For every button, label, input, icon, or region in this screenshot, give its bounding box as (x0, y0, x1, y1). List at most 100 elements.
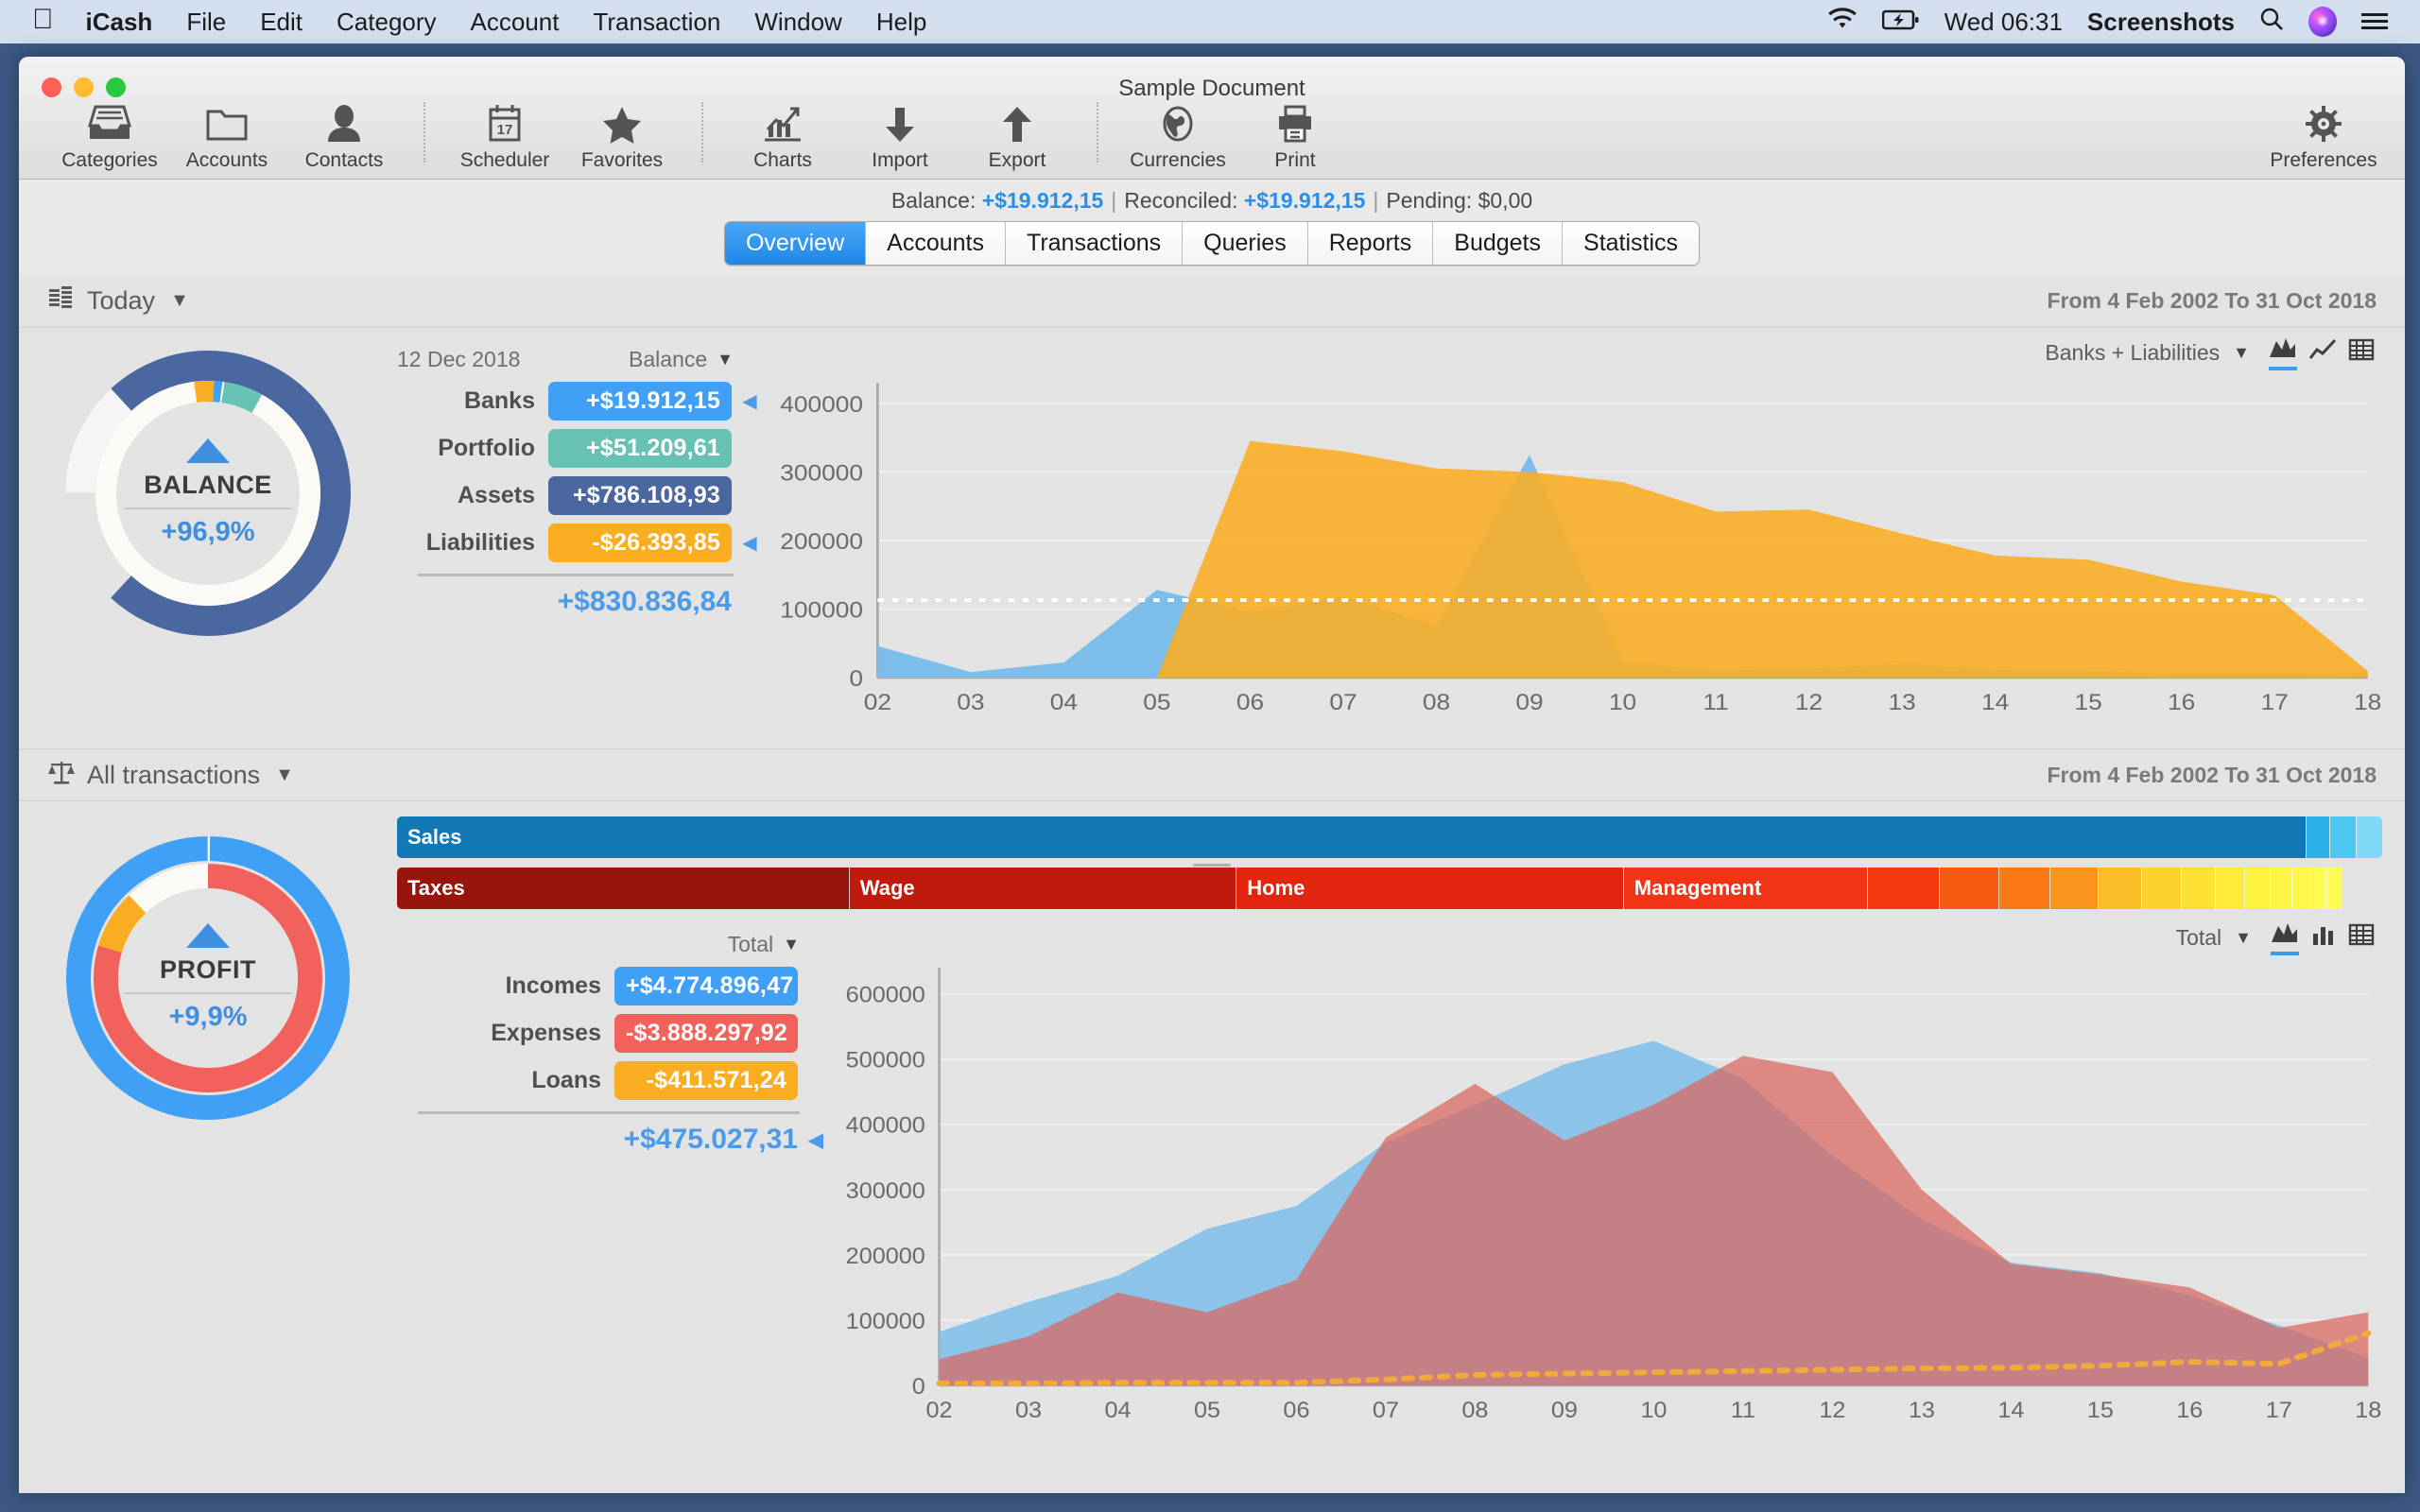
category-segment[interactable] (1868, 868, 1940, 909)
menu-item-help[interactable]: Help (876, 8, 926, 37)
category-segment[interactable] (1999, 868, 2051, 909)
search-icon[interactable] (2259, 7, 2284, 38)
bar-chart-icon[interactable] (2310, 922, 2337, 953)
tab-overview[interactable]: Overview (725, 222, 866, 265)
transactions-chevron-down-icon[interactable]: ▼ (275, 765, 294, 786)
category-segment[interactable] (2050, 868, 2098, 909)
toolbar-categories-button[interactable]: Categories (51, 98, 168, 172)
banks-liabilities-chart[interactable]: 0100000200000300000400000020304050607080… (766, 371, 2382, 721)
category-segment[interactable] (2326, 868, 2342, 909)
menu-item-edit[interactable]: Edit (260, 8, 302, 37)
menu-item-window[interactable]: Window (754, 8, 841, 37)
grand-total-row: +$475.027,31 ◀ (397, 1124, 832, 1156)
category-segment[interactable] (2310, 868, 2326, 909)
toolbar-scheduler-button[interactable]: 17 Scheduler (446, 98, 563, 172)
total-column-chevron-down-icon[interactable]: ▼ (783, 935, 800, 954)
tab-reports[interactable]: Reports (1308, 222, 1434, 265)
balance-donut-chart[interactable]: BALANCE +96,9% (61, 347, 354, 640)
apple-logo-icon[interactable]:  (32, 6, 54, 34)
row-value-expenses: -$3.888.297,92 (614, 1014, 798, 1053)
category-segment[interactable] (2099, 868, 2142, 909)
main-toolbar: Categories Accounts Contacts 17 Schedul (19, 98, 2405, 180)
table-row[interactable]: Assets +$786.108,93 ◀ (397, 476, 766, 515)
profit-donut-chart[interactable]: PROFIT +9,9% (61, 832, 354, 1125)
svg-text:300000: 300000 (846, 1178, 925, 1203)
menu-item-transaction[interactable]: Transaction (593, 8, 720, 37)
income-category-bar[interactable]: Sales (397, 816, 2382, 858)
total-selector-label[interactable]: Total (2176, 925, 2222, 951)
category-segment[interactable] (2271, 868, 2292, 909)
siri-icon[interactable] (2308, 7, 2337, 37)
table-row[interactable]: Liabilities -$26.393,85 ◀ (397, 524, 766, 562)
category-segment[interactable] (2216, 868, 2246, 909)
category-segment-home[interactable]: Home (1236, 868, 1624, 909)
total-transactions-chart[interactable]: 0100000200000300000400000500000600000020… (832, 956, 2382, 1429)
svg-text:0: 0 (849, 666, 863, 692)
svg-text:100000: 100000 (780, 597, 863, 623)
toolbar-currencies-button[interactable]: Currencies (1119, 98, 1236, 172)
category-segment-management[interactable]: Management (1624, 868, 1868, 909)
person-icon (322, 100, 366, 147)
table-view-icon[interactable] (2348, 922, 2375, 953)
tab-statistics[interactable]: Statistics (1563, 222, 1699, 265)
expense-category-bar[interactable]: TaxesWageHomeManagement (397, 868, 2382, 909)
banks-liabilities-chevron-down-icon[interactable]: ▼ (2233, 343, 2250, 363)
today-chevron-down-icon[interactable]: ▼ (170, 290, 189, 312)
category-segment[interactable] (2357, 816, 2382, 858)
battery-charging-icon[interactable] (1882, 8, 1920, 37)
grand-total-marker: ◀ (804, 1128, 828, 1152)
menu-app-name[interactable]: iCash (86, 8, 153, 37)
table-row[interactable]: Loans -$411.571,24 ◀ (397, 1061, 832, 1100)
category-segment[interactable] (2330, 816, 2356, 858)
category-segment-taxes[interactable]: Taxes (397, 868, 850, 909)
toolbar-contacts-button[interactable]: Contacts (285, 98, 403, 172)
table-row[interactable]: Banks +$19.912,15 ◀ (397, 382, 766, 421)
menu-item-account[interactable]: Account (471, 8, 560, 37)
line-chart-icon[interactable] (2308, 337, 2337, 368)
table-row[interactable]: Expenses -$3.888.297,92 ◀ (397, 1014, 832, 1053)
today-section-title-group[interactable]: Today ▼ (47, 284, 189, 318)
category-segment[interactable] (2292, 868, 2310, 909)
toolbar-export-button[interactable]: Export (959, 98, 1076, 172)
balance-column-chevron-down-icon[interactable]: ▼ (717, 350, 734, 369)
scales-balance-icon (47, 758, 76, 793)
menubar-active-app[interactable]: Screenshots (2087, 8, 2235, 37)
total-chevron-down-icon[interactable]: ▼ (2235, 928, 2252, 948)
banks-liabilities-selector-label[interactable]: Banks + Liabilities (2045, 340, 2220, 366)
toolbar-print-button[interactable]: Print (1236, 98, 1354, 172)
tab-budgets[interactable]: Budgets (1433, 222, 1563, 265)
svg-text:05: 05 (1143, 690, 1170, 715)
transactions-section-title-group[interactable]: All transactions ▼ (47, 758, 294, 793)
tab-accounts[interactable]: Accounts (866, 222, 1006, 265)
balance-table-column-label: Balance (629, 347, 707, 372)
table-row[interactable]: Incomes +$4.774.896,47 ◀ (397, 967, 832, 1005)
category-segment[interactable] (2307, 816, 2330, 858)
category-segment[interactable] (2182, 868, 2216, 909)
wifi-icon[interactable] (1827, 8, 1858, 37)
category-segment-sales[interactable]: Sales (397, 816, 2307, 858)
area-chart-icon[interactable] (2269, 335, 2297, 370)
category-segment[interactable] (1940, 868, 1999, 909)
toolbar-import-button[interactable]: Import (841, 98, 959, 172)
toolbar-accounts-button[interactable]: Accounts (168, 98, 285, 172)
control-center-icon[interactable] (2361, 12, 2388, 31)
menu-item-file[interactable]: File (186, 8, 226, 37)
toolbar-preferences-button[interactable]: Preferences (2265, 98, 2382, 172)
area-chart-icon[interactable] (2271, 919, 2299, 955)
profit-donut-name: PROFIT (109, 955, 307, 985)
star-icon (600, 100, 644, 147)
category-segment-wage[interactable]: Wage (850, 868, 1237, 909)
toolbar-print-label: Print (1274, 149, 1315, 172)
tab-queries[interactable]: Queries (1183, 222, 1308, 265)
menubar-clock[interactable]: Wed 06:31 (1945, 8, 2063, 37)
category-segment[interactable] (2245, 868, 2271, 909)
menu-item-category[interactable]: Category (337, 8, 437, 37)
tab-transactions[interactable]: Transactions (1006, 222, 1183, 265)
toolbar-charts-button[interactable]: Charts (724, 98, 841, 172)
status-separator-1: | (1111, 188, 1116, 214)
table-view-icon[interactable] (2348, 337, 2375, 368)
category-segment[interactable] (2142, 868, 2182, 909)
svg-text:06: 06 (1236, 690, 1264, 715)
toolbar-favorites-button[interactable]: Favorites (563, 98, 681, 172)
table-row[interactable]: Portfolio +$51.209,61 ◀ (397, 429, 766, 468)
